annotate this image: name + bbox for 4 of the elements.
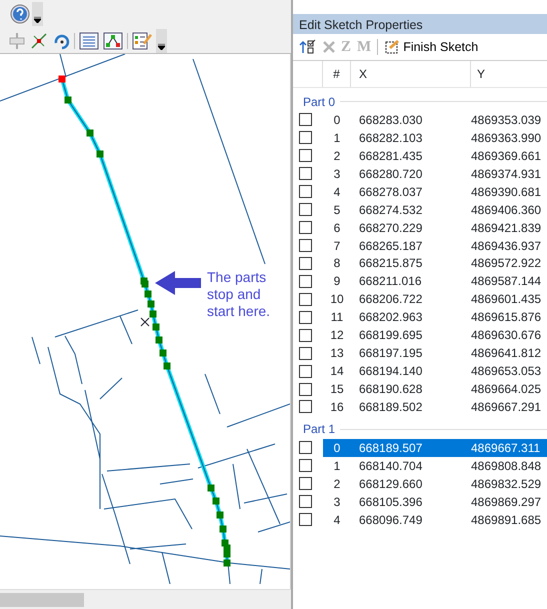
panel-title: Edit Sketch Properties (293, 14, 547, 34)
callout-text: The parts stop and start here. (207, 269, 272, 320)
part-label: Part 0 (303, 94, 336, 110)
part-label: Part 1 (303, 421, 336, 438)
